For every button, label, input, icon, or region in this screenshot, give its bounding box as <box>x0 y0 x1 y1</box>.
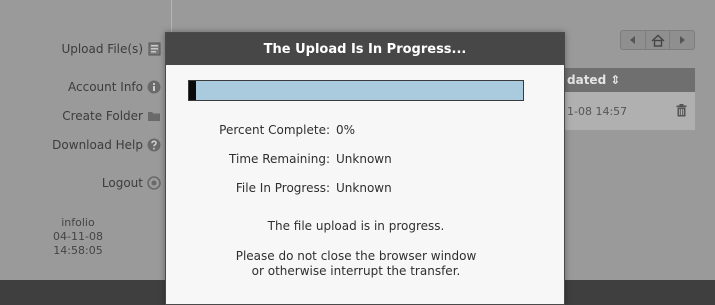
sidebar-item-logout[interactable]: Logout <box>102 174 161 192</box>
navigation-buttons <box>620 30 695 50</box>
upload-file-icon <box>147 42 161 56</box>
home-button[interactable] <box>646 31 671 49</box>
info-icon <box>147 80 161 94</box>
sidebar-item-label: Upload File(s) <box>61 42 143 56</box>
logout-icon <box>147 176 161 190</box>
back-button[interactable] <box>621 31 646 49</box>
help-icon <box>147 138 161 152</box>
forward-icon <box>680 36 686 44</box>
sidebar-item-label: Account Info <box>68 80 143 94</box>
warning-line-1: Please do not close the browser window <box>235 249 477 263</box>
table-row[interactable]: 1-08 14:57 <box>565 92 695 130</box>
upload-status-message: The file upload is in progress. <box>166 219 546 234</box>
sidebar-item-label: Download Help <box>52 138 143 152</box>
back-icon <box>629 36 635 44</box>
column-header-label: dated ⇕ <box>567 73 621 87</box>
sidebar-item-label: Create Folder <box>62 109 143 123</box>
folder-icon <box>147 109 161 123</box>
sidebar: Upload File(s) Account Info Create Folde… <box>0 0 172 280</box>
sidebar-item-account-info[interactable]: Account Info <box>68 78 161 96</box>
sidebar-item-download-help[interactable]: Download Help <box>52 136 161 154</box>
username: infolio <box>61 216 95 229</box>
sidebar-item-create-folder[interactable]: Create Folder <box>62 107 161 125</box>
session-date: 04-11-08 <box>53 230 103 243</box>
time-remaining-label: Time Remaining: <box>229 152 330 166</box>
upload-status-text: The file upload is in progress. <box>267 219 445 233</box>
percent-complete-row: Percent Complete: 0% <box>166 123 566 141</box>
dialog-title-bar: The Upload Is In Progress... <box>166 33 564 65</box>
progress-fill <box>189 81 196 100</box>
time-remaining-value: Unknown <box>336 152 392 166</box>
session-info: infolio 04-11-08 14:58:05 <box>18 216 138 258</box>
warning-line-2: or otherwise interrupt the transfer. <box>251 264 461 278</box>
upload-progress-bar <box>188 80 524 101</box>
forward-button[interactable] <box>670 31 694 49</box>
trash-icon[interactable] <box>676 104 687 120</box>
upload-progress-dialog: The Upload Is In Progress... Percent Com… <box>165 32 565 305</box>
percent-complete-value: 0% <box>336 123 356 137</box>
sidebar-item-upload-files[interactable]: Upload File(s) <box>61 40 161 58</box>
sidebar-item-label: Logout <box>101 176 143 190</box>
dialog-title: The Upload Is In Progress... <box>263 41 467 57</box>
file-in-progress-value: Unknown <box>336 181 392 195</box>
upload-warning-message: Please do not close the browser window o… <box>166 249 546 279</box>
percent-complete-label: Percent Complete: <box>219 123 330 137</box>
session-time: 14:58:05 <box>53 244 103 257</box>
date-updated-cell: 1-08 14:57 <box>567 104 628 118</box>
file-in-progress-label: File In Progress: <box>235 181 330 195</box>
column-header-date-updated[interactable]: dated ⇕ <box>565 68 695 92</box>
file-in-progress-row: File In Progress: Unknown <box>166 181 566 199</box>
upload-page: Upload File(s) Account Info Create Folde… <box>0 0 715 305</box>
time-remaining-row: Time Remaining: Unknown <box>166 152 566 170</box>
home-icon <box>651 34 664 47</box>
